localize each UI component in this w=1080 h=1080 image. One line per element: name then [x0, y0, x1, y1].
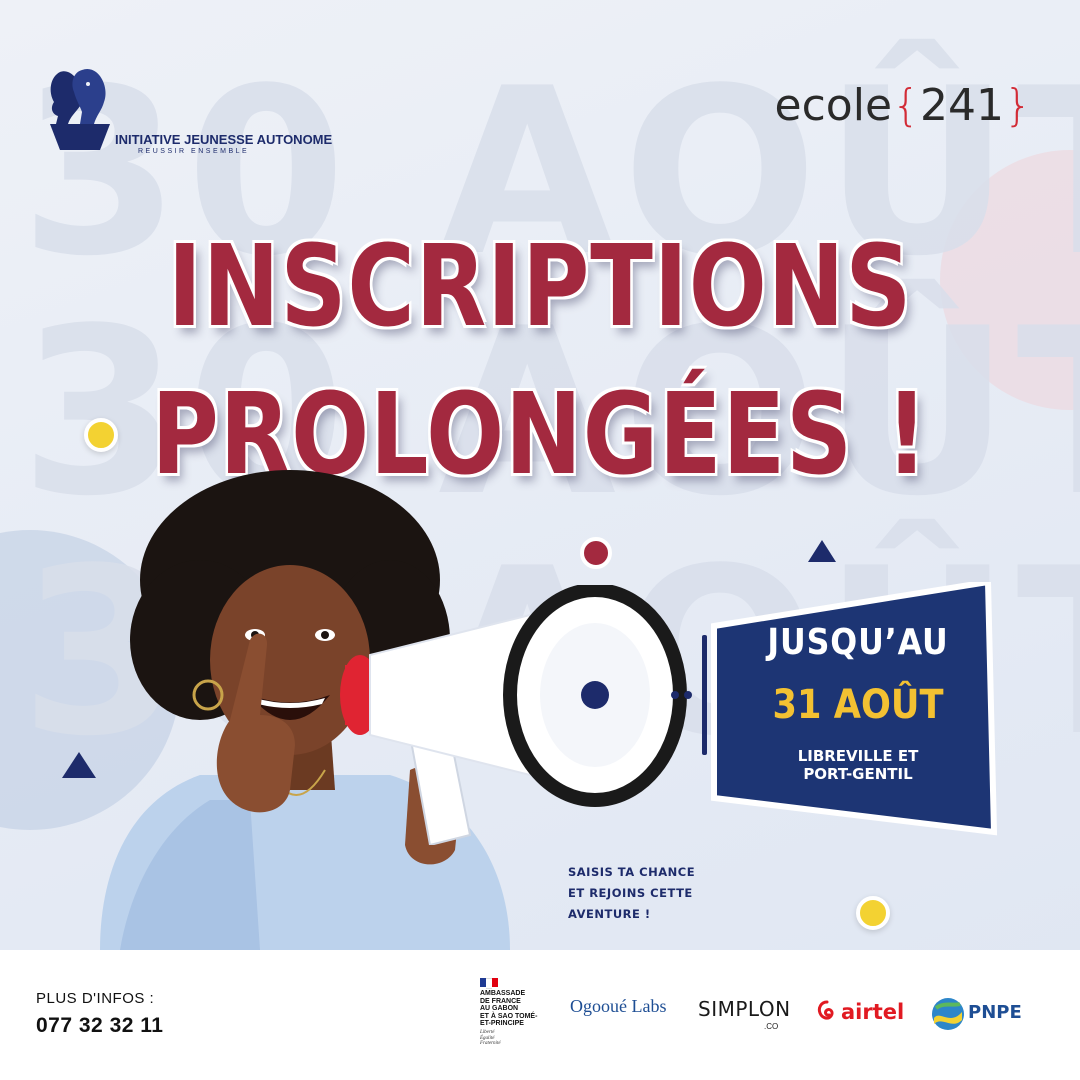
date-callout-box: JUSQU’AU 31 AOÛT LIBREVILLE ET PORT-GENT…: [708, 582, 998, 838]
tagline-text: SAISIS TA CHANCE ET REJOINS CETTE AVENTU…: [568, 865, 696, 921]
headline-line-1: INSCRIPTIONS: [167, 222, 913, 352]
megaphone-illustration: [340, 585, 707, 845]
airtel-swoosh-icon: [817, 1000, 834, 1020]
embassy-motto: Liberté Égalité Fraternité: [480, 1029, 501, 1047]
ecole241-logo: ecole{241}: [775, 80, 1032, 131]
french-flag-icon: [480, 978, 498, 989]
decorative-yellow-dot: [856, 896, 890, 930]
date-locations: LIBREVILLE ET PORT-GENTIL: [728, 747, 988, 783]
ecole-logo-close-brace: }: [1004, 80, 1032, 131]
poster: 30 AOÛT 30 AOÛT 30 AOÛT INITIATIVE JEUNE…: [0, 0, 1080, 1080]
simplon-logo: SIMPLON: [698, 997, 791, 1021]
phone-number[interactable]: 077 32 32 11: [36, 1014, 163, 1038]
ogooue-labs-logo: Ogooué Labs: [570, 996, 667, 1016]
ecole-logo-word: ecole: [774, 80, 893, 131]
embassy-logo: AMBASSADE DE FRANCE AU GABON ET À SAO TO…: [480, 978, 560, 1047]
airtel-logo: airtel: [816, 1000, 904, 1024]
partner-logo-subtitle: REUSSIR ENSEMBLE: [138, 148, 250, 155]
pnpe-globe-icon: [932, 998, 964, 1030]
date-until-label: JUSQU’AU: [767, 622, 949, 663]
date-locations-text: LIBREVILLE ET PORT-GENTIL: [797, 747, 919, 783]
decorative-yellow-dot: [84, 418, 118, 452]
ecole-logo-number: 241: [920, 80, 1004, 131]
partner-logo-title: INITIATIVE JEUNESSE AUTONOME: [115, 132, 333, 147]
decorative-triangle: [808, 540, 836, 562]
simplon-logo-suffix: .CO: [764, 1022, 779, 1031]
more-info-label: PLUS D'INFOS :: [36, 990, 155, 1007]
date-deadline: 31 AOÛT: [772, 682, 944, 728]
embassy-name: AMBASSADE DE FRANCE AU GABON ET À SAO TO…: [480, 990, 538, 1028]
ecole-logo-open-brace: {: [892, 80, 921, 131]
initiative-jeunesse-logo: INITIATIVE JEUNESSE AUTONOME REUSSIR ENS…: [40, 62, 350, 158]
pnpe-logo-text: PNPE: [968, 1002, 1022, 1023]
airtel-logo-text: airtel: [841, 1000, 905, 1024]
tagline: SAISIS TA CHANCE ET REJOINS CETTE AVENTU…: [568, 862, 695, 925]
decorative-red-dot: [580, 537, 612, 569]
pnpe-logo: PNPE: [930, 994, 1030, 1034]
footer-bar: PLUS D'INFOS : 077 32 32 11 AMBASSADE DE…: [0, 950, 1080, 1080]
